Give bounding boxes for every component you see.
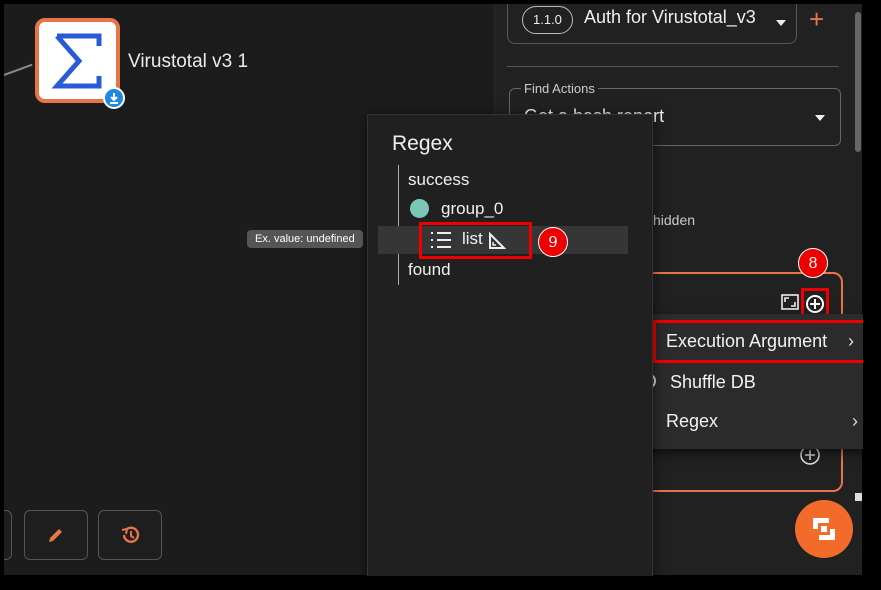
tree-line <box>398 165 399 285</box>
hidden-text: hidden <box>653 212 696 228</box>
expand-icon[interactable] <box>781 294 799 315</box>
example-value-tooltip: Ex. value: undefined <box>247 230 363 248</box>
frame-border <box>863 0 881 590</box>
group-dot-icon <box>410 199 429 218</box>
add-auth-button[interactable]: + <box>809 6 824 32</box>
auth-version-badge: 1.1.0 <box>522 6 573 34</box>
ruler-icon <box>489 232 506 249</box>
resize-grip[interactable] <box>855 493 862 501</box>
shuffle-logo-icon <box>813 518 835 540</box>
edit-button[interactable] <box>24 510 88 560</box>
download-icon <box>103 87 125 109</box>
auth-select[interactable]: 1.1.0 Auth for Virustotal_v3 <box>507 4 797 44</box>
sigma-icon <box>51 33 102 89</box>
step-marker-9: 9 <box>538 227 568 257</box>
menu-item-label: Shuffle DB <box>670 371 756 392</box>
context-menu: Execution Argument › Shuffle DB Regex › <box>640 314 868 449</box>
regex-item-list[interactable]: list <box>462 229 483 249</box>
divider <box>507 66 839 67</box>
menu-item-execution-argument[interactable]: Execution Argument › <box>653 320 867 363</box>
menu-item-label: Regex <box>666 410 719 431</box>
list-icon <box>431 232 451 248</box>
step-marker-8: 8 <box>798 248 828 278</box>
chevron-down-icon <box>776 20 786 26</box>
history-button[interactable] <box>98 510 162 560</box>
chevron-right-icon: › <box>848 331 854 351</box>
chevron-right-icon: › <box>852 410 858 431</box>
regex-title: Regex <box>392 132 453 155</box>
menu-item-label: Execution Argument <box>666 331 828 351</box>
extra-tool-button[interactable] <box>4 510 12 560</box>
regex-item-found[interactable]: found <box>408 260 451 280</box>
frame-border <box>0 576 881 590</box>
regex-item-success[interactable]: success <box>408 170 469 190</box>
history-icon <box>121 526 140 543</box>
plus-circle-icon <box>806 295 824 313</box>
auth-name: Auth for Virustotal_v3 <box>584 7 756 27</box>
shuffle-fab-button[interactable] <box>795 500 853 558</box>
node-label: Virustotal v3 1 <box>128 51 249 72</box>
pencil-icon <box>49 529 62 542</box>
regex-submenu: Regex success group_0 list found <box>367 114 653 590</box>
chevron-down-icon <box>815 115 825 121</box>
regex-item-group[interactable]: group_0 <box>441 199 503 219</box>
scrollbar[interactable] <box>855 12 861 152</box>
connection-edge <box>4 63 33 76</box>
find-actions-label: Find Actions <box>521 81 598 96</box>
menu-item-regex[interactable]: Regex › <box>646 400 868 442</box>
menu-item-shuffle-db[interactable]: Shuffle DB <box>640 361 868 403</box>
